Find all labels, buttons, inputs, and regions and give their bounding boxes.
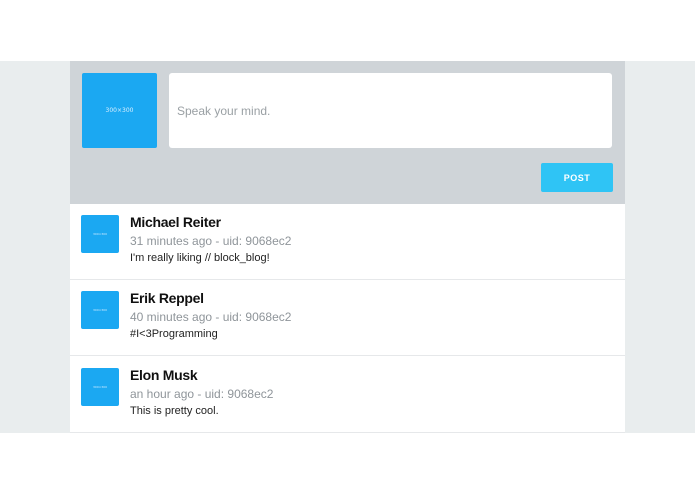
post-input[interactable] [169, 73, 612, 148]
post-meta: 40 minutes ago - uid: 9068ec2 [130, 310, 292, 324]
avatar: 300×300 [81, 215, 119, 253]
post-meta: an hour ago - uid: 9068ec2 [130, 387, 274, 401]
post-meta: 31 minutes ago - uid: 9068ec2 [130, 234, 292, 248]
post-author: Michael Reiter [130, 214, 221, 230]
post-item: 300×300 Elon Musk an hour ago - uid: 906… [70, 357, 625, 433]
post-author: Elon Musk [130, 367, 198, 383]
post-button[interactable]: POST [541, 163, 613, 192]
post-item: 300×300 Michael Reiter 31 minutes ago - … [70, 204, 625, 280]
post-author: Erik Reppel [130, 290, 204, 306]
composer-avatar: 300×300 [82, 73, 157, 148]
post-body: #I<3Programming [130, 328, 218, 340]
avatar: 300×300 [81, 368, 119, 406]
post-item: 300×300 Erik Reppel 40 minutes ago - uid… [70, 280, 625, 356]
avatar: 300×300 [81, 291, 119, 329]
post-body: This is pretty cool. [130, 405, 219, 417]
post-composer: 300×300 POST [70, 61, 625, 204]
post-body: I'm really liking // block_blog! [130, 252, 270, 264]
feed-column: 300×300 POST 300×300 Michael Reiter 31 m… [70, 61, 625, 433]
